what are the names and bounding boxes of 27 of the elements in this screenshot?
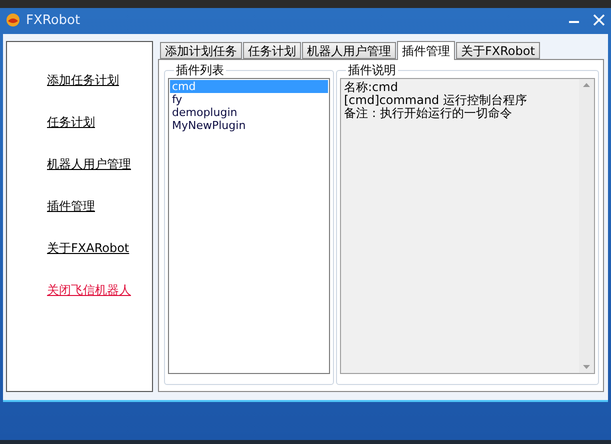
- app-logo-icon: [6, 13, 20, 27]
- sidebar-link[interactable]: 添加任务计划: [47, 72, 119, 88]
- description-line: [cmd]command 运行控制台程序: [344, 94, 528, 107]
- sidebar-link[interactable]: 插件管理: [47, 198, 95, 214]
- description-line: 名称:cmd: [344, 81, 399, 94]
- tab[interactable]: 插件管理: [397, 41, 455, 60]
- group-title: 插件说明: [346, 63, 398, 77]
- sidebar-link[interactable]: 机器人用户管理: [47, 156, 131, 172]
- sidebar-link[interactable]: 关于FXARobot: [47, 240, 130, 256]
- tab[interactable]: 任务计划: [243, 42, 301, 59]
- scroll-up-icon[interactable]: [583, 83, 590, 87]
- sidebar-link[interactable]: 任务计划: [47, 114, 95, 130]
- close-icon[interactable]: [593, 14, 605, 26]
- tab[interactable]: 机器人用户管理: [302, 42, 396, 59]
- plugin-list-item[interactable]: demoplugin: [170, 106, 328, 119]
- plugin-list[interactable]: cmd fy demoplugin MyNewPlugin: [168, 78, 330, 374]
- description-text-area[interactable]: 名称:cmd [cmd]command 运行控制台程序 备注：执行开始运行的一切命令: [340, 78, 595, 374]
- tab[interactable]: 添加计划任务: [160, 42, 242, 59]
- sidebar-link[interactable]: 关闭飞信机器人: [47, 282, 131, 298]
- tab[interactable]: 关于FXRobot: [456, 42, 540, 59]
- plugin-list-item[interactable]: MyNewPlugin: [170, 119, 328, 132]
- plugin-list-item[interactable]: fy: [170, 93, 328, 106]
- window-title: FXRobot: [26, 12, 80, 28]
- description-line: 备注：执行开始运行的一切命令: [344, 107, 513, 120]
- group-title: 插件列表: [174, 63, 226, 77]
- scrollbar[interactable]: [579, 79, 594, 373]
- scroll-down-icon[interactable]: [583, 365, 590, 369]
